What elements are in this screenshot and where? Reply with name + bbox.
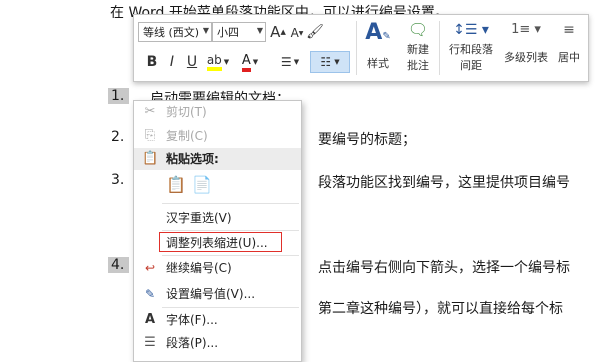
- list-number-3[interactable]: 3.: [111, 172, 124, 188]
- styles-button[interactable]: A✎ 样式: [360, 19, 396, 79]
- numbering-button[interactable]: ☷ ▼: [310, 51, 350, 73]
- bold-label: B: [146, 54, 158, 70]
- line-paragraph-spacing-button[interactable]: ↕☰ ▾ 行和段落 间距: [443, 19, 499, 79]
- toolbar-divider: [439, 21, 440, 75]
- font-name-value: 等线 (西文): [143, 26, 200, 39]
- multilevel-list-label: 多级列表: [504, 51, 548, 64]
- paste-keep-formatting-icon[interactable]: 📋: [166, 175, 186, 197]
- menu-divider: [162, 307, 299, 308]
- chevron-down-icon: ▼: [256, 26, 263, 35]
- menu-item-copy-label: 复制(C): [166, 129, 208, 143]
- new-comment-label-2: 批注: [407, 59, 429, 72]
- bullet-list-icon: ☰: [280, 55, 292, 69]
- bold-button[interactable]: B: [144, 51, 160, 73]
- grow-font-icon: A: [270, 23, 281, 41]
- paste-text-only-icon[interactable]: 📄: [192, 175, 212, 197]
- shrink-font-button[interactable]: A ▼: [290, 23, 304, 43]
- font-size-combo[interactable]: 小四 ▼: [212, 22, 266, 42]
- new-comment-label-1: 新建: [407, 43, 429, 56]
- menu-item-set-number-value-label: 设置编号值(V)...: [166, 287, 256, 301]
- list-number-2[interactable]: 2.: [111, 129, 124, 145]
- list-item-2-text: 要编号的标题；: [318, 132, 416, 148]
- format-painter-icon: 🖌: [306, 24, 324, 40]
- bullets-button[interactable]: ☰ ▼: [274, 51, 306, 73]
- format-painter-button[interactable]: 🖌: [306, 21, 324, 43]
- red-highlight-box: [159, 232, 282, 252]
- styles-icon: A✎: [365, 20, 391, 45]
- scissors-icon: ✂: [144, 104, 156, 119]
- chevron-down-icon: ▼: [252, 58, 259, 66]
- line-spacing-label-1: 行和段落: [449, 43, 493, 56]
- menu-item-font-label: 字体(F)...: [166, 313, 218, 327]
- menu-divider: [162, 203, 299, 204]
- context-menu: ✂ 剪切(T) ⎘ 复制(C) 📋 粘贴选项: 📋 📄 汉字重选(V) 调整列表…: [133, 100, 302, 362]
- paste-options-header: 📋 粘贴选项:: [134, 148, 301, 170]
- paragraph-icon: ☰: [144, 335, 156, 350]
- font-name-combo[interactable]: 等线 (西文) ▼: [138, 22, 212, 42]
- menu-item-continue-numbering-label: 继续编号(C): [166, 261, 232, 275]
- list-item-4-text: 点击编号右侧向下箭头，选择一个编号标: [318, 260, 570, 276]
- font-icon: A: [144, 312, 156, 327]
- menu-item-copy[interactable]: ⎘ 复制(C): [134, 125, 301, 147]
- toolbar-divider: [356, 21, 357, 75]
- menu-item-paragraph-label: 段落(P)...: [166, 336, 219, 350]
- menu-item-cut-label: 剪切(T): [166, 105, 207, 119]
- chevron-down-icon: ▼: [223, 58, 230, 66]
- center-align-button[interactable]: ≡ 居中: [553, 19, 585, 79]
- highlighter-icon: ab: [206, 53, 222, 71]
- clipboard-icon: 📋: [142, 151, 159, 166]
- align-center-icon: ≡: [563, 22, 575, 38]
- line-spacing-label-2: 间距: [460, 59, 482, 72]
- chevron-down-icon: ▼: [334, 58, 340, 66]
- set-number-value-icon: ✎: [144, 287, 156, 301]
- multilevel-list-icon: 1≡ ▾: [511, 22, 541, 37]
- font-color-icon: A: [241, 53, 251, 72]
- underline-label: U: [186, 54, 198, 70]
- menu-divider: [162, 255, 299, 256]
- continue-numbering-icon: ↩: [144, 261, 156, 275]
- italic-label: I: [169, 54, 175, 70]
- menu-item-cut[interactable]: ✂ 剪切(T): [134, 101, 301, 123]
- italic-button[interactable]: I: [164, 51, 180, 73]
- line-spacing-icon: ↕☰ ▾: [453, 22, 489, 38]
- styles-label: 样式: [367, 57, 389, 70]
- list-number-4[interactable]: 4.: [108, 257, 130, 273]
- menu-item-font[interactable]: A 字体(F)...: [134, 309, 301, 331]
- chevron-down-icon: ▼: [202, 26, 209, 35]
- list-number-1[interactable]: 1.: [108, 88, 130, 104]
- paste-options-label: 粘贴选项:: [166, 152, 219, 166]
- mini-toolbar: 等线 (西文) ▼ 小四 ▼ A ▲ A ▼ 🖌 B I U ab ▼ A ▼ ☰ …: [133, 14, 589, 82]
- copy-icon: ⎘: [144, 128, 156, 143]
- list-item-3-text: 段落功能区找到编号，这里提供项目编号: [318, 175, 570, 191]
- highlight-color-button[interactable]: ab ▼: [204, 51, 232, 73]
- underline-button[interactable]: U: [184, 51, 200, 73]
- menu-divider: [162, 230, 299, 231]
- chevron-down-icon: ▼: [293, 58, 300, 66]
- menu-item-paragraph[interactable]: ☰ 段落(P)...: [134, 332, 301, 354]
- new-comment-button[interactable]: 🗨 新建 批注: [402, 19, 434, 79]
- font-size-value: 小四: [217, 26, 239, 39]
- menu-item-continue-numbering[interactable]: ↩ 继续编号(C): [134, 257, 301, 279]
- grow-font-button[interactable]: A ▲: [270, 21, 286, 43]
- list-item-4-continuation: 第二章这种编号），就可以直接给每个标: [318, 301, 563, 317]
- menu-item-hanzi-reselect-label: 汉字重选(V): [166, 211, 232, 225]
- font-color-button[interactable]: A ▼: [236, 51, 264, 73]
- numbered-list-icon: ☷: [320, 55, 332, 69]
- menu-item-set-number-value[interactable]: ✎ 设置编号值(V)...: [134, 283, 301, 305]
- shrink-font-icon: A: [290, 26, 299, 40]
- center-label: 居中: [558, 51, 580, 64]
- menu-item-hanzi-reselect[interactable]: 汉字重选(V): [134, 207, 301, 229]
- multilevel-list-button[interactable]: 1≡ ▾ 多级列表: [502, 19, 550, 79]
- comment-icon: 🗨: [407, 20, 429, 39]
